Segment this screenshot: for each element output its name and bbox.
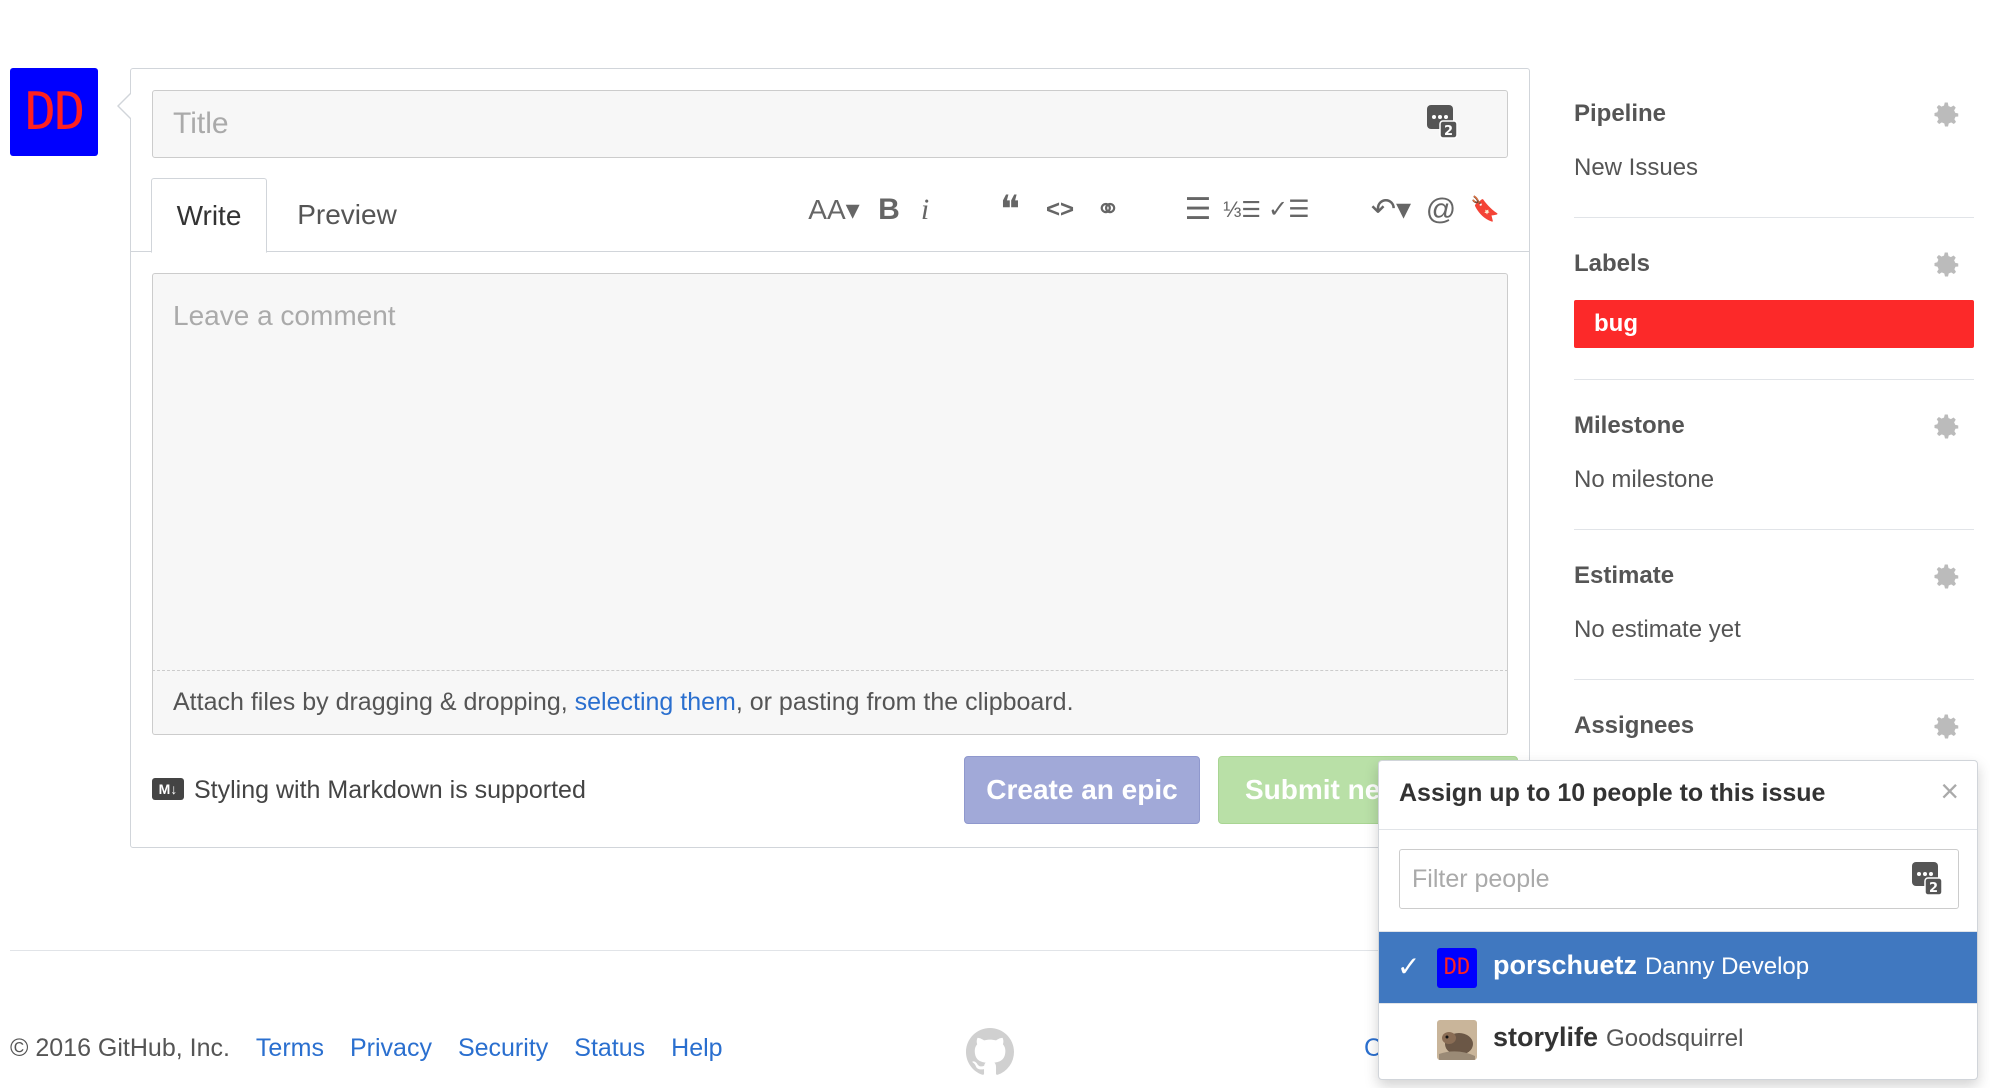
footer-link-help[interactable]: Help (671, 1034, 722, 1062)
check-icon: ✓ (1397, 951, 1421, 982)
sidebar-pipeline: Pipeline New Issues (1574, 80, 1974, 218)
panel-arrow-inner (119, 93, 132, 119)
author-avatar[interactable]: DD (10, 68, 98, 156)
assignees-gear-icon[interactable] (1932, 712, 1962, 742)
reference-button[interactable]: 🔖 (1468, 190, 1502, 230)
assignees-popover: Assign up to 10 people to this issue × 2… (1378, 760, 1978, 1080)
labels-heading: Labels (1574, 250, 1651, 277)
label-bug[interactable]: bug (1574, 300, 1974, 348)
markdown-note[interactable]: M↓ Styling with Markdown is supported (152, 770, 586, 810)
estimate-value[interactable]: No estimate yet (1574, 616, 1741, 644)
create-epic-button[interactable]: Create an epic (964, 756, 1200, 824)
popover-title: Assign up to 10 people to this issue (1399, 779, 1826, 807)
avatar: DD (1437, 948, 1477, 988)
task-list-button[interactable]: ✓☰ (1268, 190, 1310, 230)
select-files-link[interactable]: selecting them (575, 688, 736, 716)
squirrel-avatar (1437, 1020, 1477, 1060)
labels-gear-icon[interactable] (1932, 250, 1962, 280)
estimate-gear-icon[interactable] (1932, 562, 1962, 592)
attach-text-before: Attach files by dragging & dropping, (173, 688, 575, 716)
footer: © 2016 GitHub, Inc. Terms Privacy Security S… (10, 1034, 749, 1063)
mention-button[interactable]: @ (1424, 190, 1458, 230)
filter-people-input[interactable] (1399, 849, 1959, 909)
markdown-icon: M↓ (152, 778, 184, 801)
markdown-note-text: Styling with Markdown is supported (194, 776, 586, 804)
footer-link-status[interactable]: Status (574, 1034, 645, 1062)
svg-text:2: 2 (1929, 881, 1938, 896)
sidebar-assignees: Assignees (1574, 680, 1974, 760)
comment-textarea[interactable] (152, 273, 1508, 671)
popover-divider (1379, 829, 1977, 830)
github-logo-icon[interactable] (966, 1028, 1014, 1076)
login-text: porschuetz (1493, 950, 1638, 980)
person-login: storylife Goodsquirrel (1493, 1022, 1743, 1053)
code-button[interactable]: <> (1040, 190, 1080, 230)
zenhub-badge-icon[interactable]: 2 (1426, 104, 1458, 140)
zenhub-badge-icon[interactable]: 2 (1911, 861, 1943, 897)
login-text: storylife (1493, 1022, 1599, 1052)
sidebar-labels: Labels bug (1574, 218, 1974, 380)
milestone-value[interactable]: No milestone (1574, 466, 1714, 494)
milestone-heading: Milestone (1574, 412, 1685, 439)
sidebar-estimate: Estimate No estimate yet (1574, 530, 1974, 680)
numbered-list-button[interactable]: ⅓☰ (1222, 190, 1262, 230)
pipeline-heading: Pipeline (1574, 100, 1667, 127)
title-input[interactable] (152, 90, 1508, 158)
italic-button[interactable]: i (910, 190, 940, 230)
assignees-heading: Assignees (1574, 712, 1695, 739)
bullet-list-button[interactable]: ☰ (1180, 190, 1216, 230)
bold-button[interactable]: B (874, 190, 904, 230)
footer-divider (10, 950, 1510, 951)
svg-text:2: 2 (1444, 124, 1453, 139)
person-item-storylife[interactable]: storylife Goodsquirrel (1379, 1003, 1977, 1075)
link-button[interactable]: ⚭ (1088, 190, 1128, 230)
person-fullname: Goodsquirrel (1606, 1025, 1744, 1052)
pipeline-gear-icon[interactable] (1932, 100, 1962, 130)
footer-link-terms[interactable]: Terms (256, 1034, 324, 1062)
estimate-heading: Estimate (1574, 562, 1675, 589)
attach-files-bar[interactable]: Attach files by dragging & dropping, sel… (152, 671, 1508, 735)
footer-copyright: © 2016 GitHub, Inc. (10, 1034, 230, 1062)
footer-link-security[interactable]: Security (458, 1034, 548, 1062)
attach-text-after: , or pasting from the clipboard. (735, 688, 1074, 716)
sidebar-milestone: Milestone No milestone (1574, 380, 1974, 530)
footer-link-privacy[interactable]: Privacy (350, 1034, 432, 1062)
milestone-gear-icon[interactable] (1932, 412, 1962, 442)
heading-dropdown-button[interactable]: AA▾ (804, 190, 864, 230)
quote-button[interactable]: ❝ (992, 190, 1028, 230)
person-login: porschuetz Danny Develop (1493, 950, 1809, 981)
close-icon[interactable]: × (1940, 775, 1959, 807)
tab-write[interactable]: Write (151, 178, 267, 253)
tab-preview[interactable]: Preview (281, 178, 413, 252)
person-fullname: Danny Develop (1645, 953, 1810, 980)
pipeline-value[interactable]: New Issues (1574, 154, 1698, 182)
person-item-porschuetz[interactable]: ✓ DD porschuetz Danny Develop (1379, 931, 1977, 1003)
reply-dropdown-button[interactable]: ↶▾ (1366, 190, 1416, 230)
